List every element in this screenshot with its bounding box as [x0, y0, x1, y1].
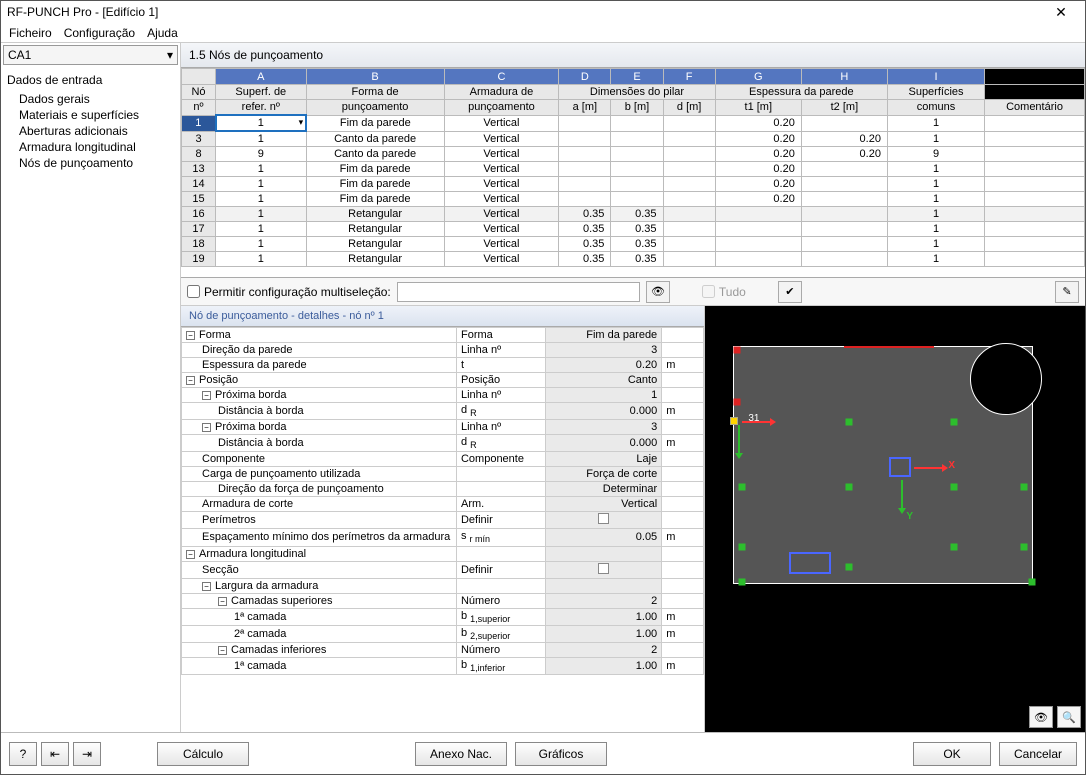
window-title: RF-PUNCH Pro - [Edifício 1] — [7, 5, 1043, 19]
tree-item-general[interactable]: Dados gerais — [3, 91, 178, 107]
table-row[interactable]: 171RetangularVertical0.350.351 — [182, 222, 1085, 237]
detail-row[interactable]: −Camadas superioresNúmero2 — [182, 593, 704, 608]
detail-row[interactable]: Espessura da paredet0.20m — [182, 358, 704, 373]
detail-row[interactable]: −Camadas inferioresNúmero2 — [182, 642, 704, 657]
tree-root[interactable]: Dados de entrada — [3, 71, 178, 89]
detail-row[interactable]: 2ª camadab 2,superior1.00m — [182, 625, 704, 642]
multiselect-checkbox[interactable]: Permitir configuração multiseleção: — [187, 285, 391, 299]
detail-row[interactable]: Armadura de corteArm.Vertical — [182, 497, 704, 512]
detail-row[interactable]: 1ª camadab 1,superior1.00m — [182, 608, 704, 625]
annex-button[interactable]: Anexo Nac. — [415, 742, 507, 766]
axis-x-label: X — [948, 460, 955, 471]
multiselect-input[interactable] — [397, 282, 640, 302]
detail-row[interactable]: 1ª camadab 1,inferior1.00m — [182, 657, 704, 674]
detail-row[interactable]: −Armadura longitudinal — [182, 546, 704, 561]
cancel-button[interactable]: Cancelar — [999, 742, 1077, 766]
menu-config[interactable]: Configuração — [64, 26, 135, 40]
detail-row[interactable]: Direção da paredeLinha nº3 — [182, 343, 704, 358]
tree-item-punchnodes[interactable]: Nós de punçoamento — [3, 155, 178, 171]
detail-row[interactable]: ComponenteComponenteLaje — [182, 452, 704, 467]
detail-row[interactable]: Distância à bordad R0.000m — [182, 435, 704, 452]
model-viewport[interactable]: 31 — [705, 306, 1085, 732]
detail-row[interactable]: −Próxima bordaLinha nº3 — [182, 420, 704, 435]
tree-item-materials[interactable]: Materiais e superfícies — [3, 107, 178, 123]
table-row[interactable]: 31Canto da paredeVertical0.200.201 — [182, 131, 1085, 147]
footer: ? ⇤ ⇥ Cálculo Anexo Nac. Gráficos OK Can… — [1, 732, 1085, 774]
selected-node-marker — [730, 417, 738, 425]
help-icon[interactable]: ? — [9, 742, 37, 766]
table-row[interactable]: 11Fim da paredeVertical0.201 — [182, 115, 1085, 131]
viewport-panel: 31 — [705, 306, 1085, 732]
detail-title: Nó de punçoamento - detalhes - nó nº 1 — [181, 306, 704, 327]
check-icon[interactable]: ✔ — [778, 281, 802, 303]
table-row[interactable]: 131Fim da paredeVertical0.201 — [182, 162, 1085, 177]
nav-tree: Dados de entrada Dados gerais Materiais … — [1, 67, 180, 732]
detail-row[interactable]: Distância à bordad R0.000m — [182, 403, 704, 420]
ok-button[interactable]: OK — [913, 742, 991, 766]
pick-icon[interactable]: 👁 — [646, 281, 670, 303]
calc-button[interactable]: Cálculo — [157, 742, 249, 766]
detail-row[interactable]: −Próxima bordaLinha nº1 — [182, 388, 704, 403]
axis-y-label: Y — [906, 511, 913, 522]
title-bar: RF-PUNCH Pro - [Edifício 1] ✕ — [1, 1, 1085, 23]
detail-row[interactable]: PerímetrosDefinir — [182, 512, 704, 529]
table-row[interactable]: 161RetangularVertical0.350.351 — [182, 207, 1085, 222]
table-row[interactable]: 89Canto da paredeVertical0.200.209 — [182, 147, 1085, 162]
detail-row[interactable]: Carga de punçoamento utilizadaForça de c… — [182, 467, 704, 482]
page-title: 1.5 Nós de punçoamento — [181, 43, 1085, 68]
menu-bar: Ficheiro Configuração Ajuda — [1, 23, 1085, 43]
detail-row[interactable]: Direção da força de punçoamentoDetermina… — [182, 482, 704, 497]
previous-icon[interactable]: ⇤ — [41, 742, 69, 766]
tree-item-openings[interactable]: Aberturas adicionais — [3, 123, 178, 139]
case-combo-value: CA1 — [8, 48, 31, 62]
tree-item-reinforcement[interactable]: Armadura longitudinal — [3, 139, 178, 155]
menu-help[interactable]: Ajuda — [147, 26, 178, 40]
detail-row[interactable]: SecçãoDefinir — [182, 561, 704, 578]
wand-icon[interactable]: ✎ — [1055, 281, 1079, 303]
menu-file[interactable]: Ficheiro — [9, 26, 52, 40]
chevron-down-icon: ▾ — [167, 48, 173, 62]
case-combo[interactable]: CA1 ▾ — [3, 45, 178, 65]
nodes-table[interactable]: ABCDEFGHIJNóSuperf. deForma deArmadura d… — [181, 68, 1085, 267]
graphics-button[interactable]: Gráficos — [515, 742, 607, 766]
detail-table[interactable]: −FormaFormaFim da paredeDireção da pared… — [181, 327, 704, 675]
detail-row[interactable]: −PosiçãoPosiçãoCanto — [182, 373, 704, 388]
table-row[interactable]: 191RetangularVertical0.350.351 — [182, 252, 1085, 267]
table-row[interactable]: 141Fim da paredeVertical0.201 — [182, 177, 1085, 192]
eye-icon[interactable]: 👁 — [1029, 706, 1053, 728]
zoom-icon[interactable]: 🔍 — [1057, 706, 1081, 728]
detail-row[interactable]: −Largura da armadura — [182, 578, 704, 593]
table-row[interactable]: 181RetangularVertical0.350.351 — [182, 237, 1085, 252]
detail-row[interactable]: Espaçamento mínimo dos perímetros da arm… — [182, 529, 704, 546]
next-icon[interactable]: ⇥ — [73, 742, 101, 766]
detail-row[interactable]: −FormaFormaFim da parede — [182, 328, 704, 343]
table-row[interactable]: 151Fim da paredeVertical0.201 — [182, 192, 1085, 207]
all-checkbox[interactable]: Tudo — [702, 285, 746, 299]
grid-toolbar: Permitir configuração multiseleção: 👁 Tu… — [181, 278, 1085, 306]
left-pane: CA1 ▾ Dados de entrada Dados gerais Mate… — [1, 43, 181, 732]
close-icon[interactable]: ✕ — [1043, 4, 1079, 21]
